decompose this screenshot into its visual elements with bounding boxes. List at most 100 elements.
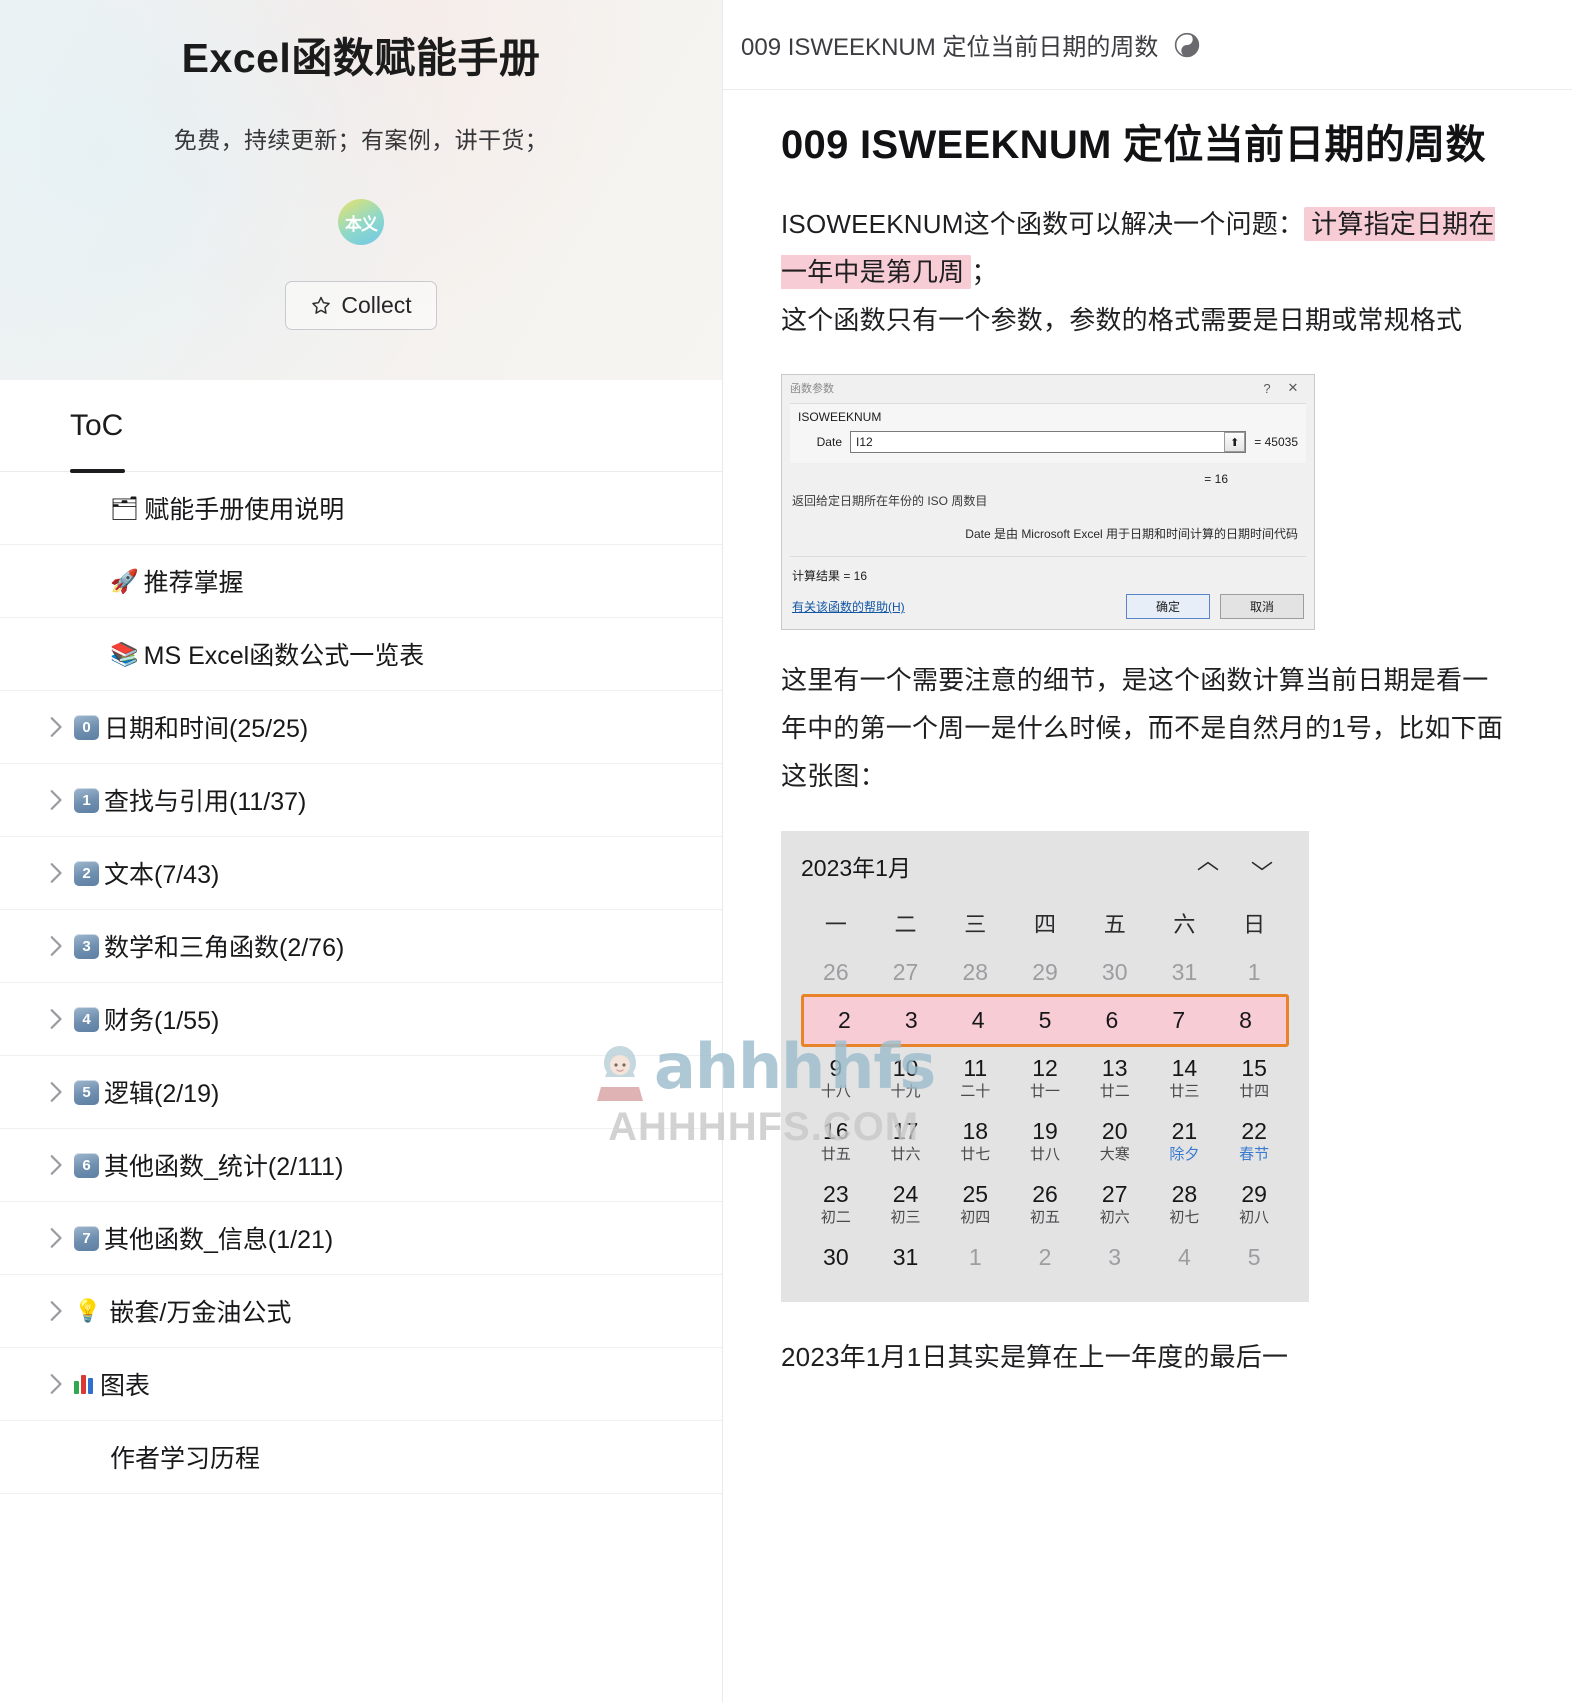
toc-tab[interactable]: ToC: [0, 380, 722, 473]
toc-item-10[interactable]: 7 其他函数_信息(1/21): [0, 1202, 722, 1275]
calendar-day-cell[interactable]: 13 廿二: [1080, 1047, 1150, 1110]
calendar-day-cell[interactable]: 29 初八: [1219, 1173, 1289, 1236]
toc-item-label-wrap: 图表: [74, 1366, 150, 1402]
calendar-day-cell[interactable]: 4: [945, 999, 1012, 1042]
function-help-link[interactable]: 有关该函数的帮助(H): [792, 598, 905, 615]
calendar-day-cell[interactable]: 31: [871, 1236, 941, 1279]
toc-item-7[interactable]: 4 财务(1/55): [0, 983, 722, 1056]
argument-input[interactable]: I12 ⬆: [850, 431, 1247, 454]
collect-button[interactable]: Collect: [285, 281, 437, 331]
toc-item-label: 其他函数_统计(2/111): [104, 1153, 344, 1181]
toc-item-2[interactable]: 📚 MS Excel函数公式一览表: [0, 618, 722, 691]
toc-item-5[interactable]: 2 文本(7/43): [0, 837, 722, 910]
calendar-day-cell[interactable]: 18 廿七: [940, 1110, 1010, 1173]
calendar-day-cell[interactable]: 25 初四: [940, 1173, 1010, 1236]
calendar-day-cell[interactable]: 10 十九: [871, 1047, 941, 1110]
chevron-right-icon[interactable]: [36, 1372, 74, 1396]
chevron-right-icon[interactable]: [36, 1080, 74, 1104]
calendar-lunar-label: 初三: [890, 1208, 921, 1226]
toc-item-label: 财务(1/55): [104, 1007, 220, 1035]
toc-item-8[interactable]: 5 逻辑(2/19): [0, 1056, 722, 1129]
calendar-day-cell[interactable]: 8: [1212, 999, 1279, 1042]
calendar-day-cell[interactable]: 16 廿五: [801, 1110, 871, 1173]
article-paragraph-3: 2023年1月1日其实是算在上一年度的最后一: [781, 1341, 1289, 1372]
calendar-day-cell[interactable]: 3: [878, 999, 945, 1042]
calendar-day-cell[interactable]: 4: [1150, 1236, 1220, 1279]
calendar-day-cell[interactable]: 12 廿一: [1010, 1047, 1080, 1110]
calendar-day-cell[interactable]: 5: [1219, 1236, 1289, 1279]
calendar-day-cell[interactable]: 28: [940, 951, 1010, 994]
calendar-day-number: 26: [1032, 1181, 1058, 1208]
calendar-weekday: 二: [894, 911, 917, 937]
range-picker-icon[interactable]: ⬆: [1224, 432, 1246, 453]
toc-item-13[interactable]: 作者学习历程: [0, 1421, 722, 1494]
toc-item-12[interactable]: 图表: [0, 1348, 722, 1421]
calendar-day-cell[interactable]: 31: [1150, 951, 1220, 994]
calendar-day-cell[interactable]: 27 初六: [1080, 1173, 1150, 1236]
calendar-day-cell[interactable]: 7: [1145, 999, 1212, 1042]
calendar-day-cell[interactable]: 21 除夕: [1150, 1110, 1220, 1173]
chevron-right-icon[interactable]: [36, 1153, 74, 1177]
toc-item-3[interactable]: 0 日期和时间(25/25): [0, 691, 722, 764]
article-body: 009 ISWEEKNUM 定位当前日期的周数 ISOWEEKNUM这个函数可以…: [723, 90, 1572, 1380]
calendar-day-number: 26: [823, 958, 849, 985]
calendar-day-cell[interactable]: 6: [1078, 999, 1145, 1042]
calendar-day-cell[interactable]: 19 廿八: [1010, 1110, 1080, 1173]
chevron-right-icon[interactable]: [36, 1226, 74, 1250]
calendar-day-cell[interactable]: 28 初七: [1150, 1173, 1220, 1236]
article-paragraph-2: 这里有一个需要注意的细节，是这个函数计算当前日期是看一年中的第一个周一是什么时候…: [781, 665, 1504, 792]
toc-item-label: 推荐掌握: [143, 569, 244, 597]
cancel-button[interactable]: 取消: [1220, 594, 1304, 620]
calendar-day-number: 30: [823, 1244, 849, 1271]
help-icon[interactable]: ?: [1254, 381, 1280, 396]
chevron-right-icon[interactable]: [36, 1007, 74, 1031]
calendar-day-cell[interactable]: 1: [1219, 951, 1289, 994]
calendar-day-cell[interactable]: 9 十八: [801, 1047, 871, 1110]
calendar-weeks: 26 27 28 29 30 31 1 2 3 4 5 6 7 8 9 十八 10 十九 11 二十 12 廿一 13 廿二 1…: [801, 951, 1289, 1280]
calendar-day-cell[interactable]: 22 春节: [1219, 1110, 1289, 1173]
calendar-lunar-label: 二十: [960, 1082, 991, 1100]
calendar-day-cell[interactable]: 26: [801, 951, 871, 994]
calendar-day-cell[interactable]: 23 初二: [801, 1173, 871, 1236]
calendar-next-button[interactable]: [1235, 859, 1289, 873]
calendar-day-cell[interactable]: 26 初五: [1010, 1173, 1080, 1236]
calendar-day-cell[interactable]: 30: [801, 1236, 871, 1279]
chevron-right-icon[interactable]: [36, 1299, 74, 1323]
toc-item-4[interactable]: 1 查找与引用(11/37): [0, 764, 722, 837]
calendar-day-number: 19: [1032, 1118, 1058, 1145]
toc-item-6[interactable]: 3 数学和三角函数(2/76): [0, 910, 722, 983]
calendar-day-cell[interactable]: 3: [1080, 1236, 1150, 1279]
calendar-day-number: 28: [962, 958, 989, 985]
close-icon[interactable]: ✕: [1280, 380, 1306, 396]
toc-item-11[interactable]: 💡 嵌套/万金油公式: [0, 1275, 722, 1348]
calendar-day-cell[interactable]: 5: [1012, 999, 1079, 1042]
calendar-day-cell[interactable]: 30: [1080, 951, 1150, 994]
calendar-prev-button[interactable]: [1181, 859, 1235, 873]
calendar-lunar-label: 廿六: [890, 1145, 921, 1163]
chevron-right-icon[interactable]: [36, 934, 74, 958]
dialog-titlebar: 函数参数 ? ✕: [782, 375, 1314, 402]
ok-button[interactable]: 确定: [1126, 594, 1210, 620]
calendar-day-cell[interactable]: 24 初三: [871, 1173, 941, 1236]
toc-item-9[interactable]: 6 其他函数_统计(2/111): [0, 1129, 722, 1202]
toc-item-1[interactable]: 🚀 推荐掌握: [0, 545, 722, 618]
calendar-day-number: 22: [1241, 1118, 1267, 1145]
dialog-fieldset: ISOWEEKNUM Date I12 ⬆ = 45035: [790, 403, 1306, 464]
toc-item-0[interactable]: 🗂 赋能手册使用说明: [0, 472, 722, 545]
calendar-day-cell[interactable]: 29: [1010, 951, 1080, 994]
calendar-day-cell[interactable]: 14 廿三: [1150, 1047, 1220, 1110]
calendar-day-number: 29: [1032, 958, 1058, 985]
calendar-day-cell[interactable]: 1: [940, 1236, 1010, 1279]
chevron-right-icon[interactable]: [36, 715, 74, 739]
calendar-day-cell[interactable]: 15 廿四: [1219, 1047, 1289, 1110]
calendar-weekday: 三: [964, 911, 987, 937]
calendar-day-cell[interactable]: 20 大寒: [1080, 1110, 1150, 1173]
calendar-day-number: 16: [823, 1118, 849, 1145]
calendar-day-cell[interactable]: 17 廿六: [871, 1110, 941, 1173]
calendar-day-cell[interactable]: 11 二十: [940, 1047, 1010, 1110]
calendar-day-cell[interactable]: 2: [811, 999, 878, 1042]
chevron-right-icon[interactable]: [36, 861, 74, 885]
calendar-day-cell[interactable]: 2: [1010, 1236, 1080, 1279]
calendar-day-cell[interactable]: 27: [871, 951, 941, 994]
chevron-right-icon[interactable]: [36, 788, 74, 812]
